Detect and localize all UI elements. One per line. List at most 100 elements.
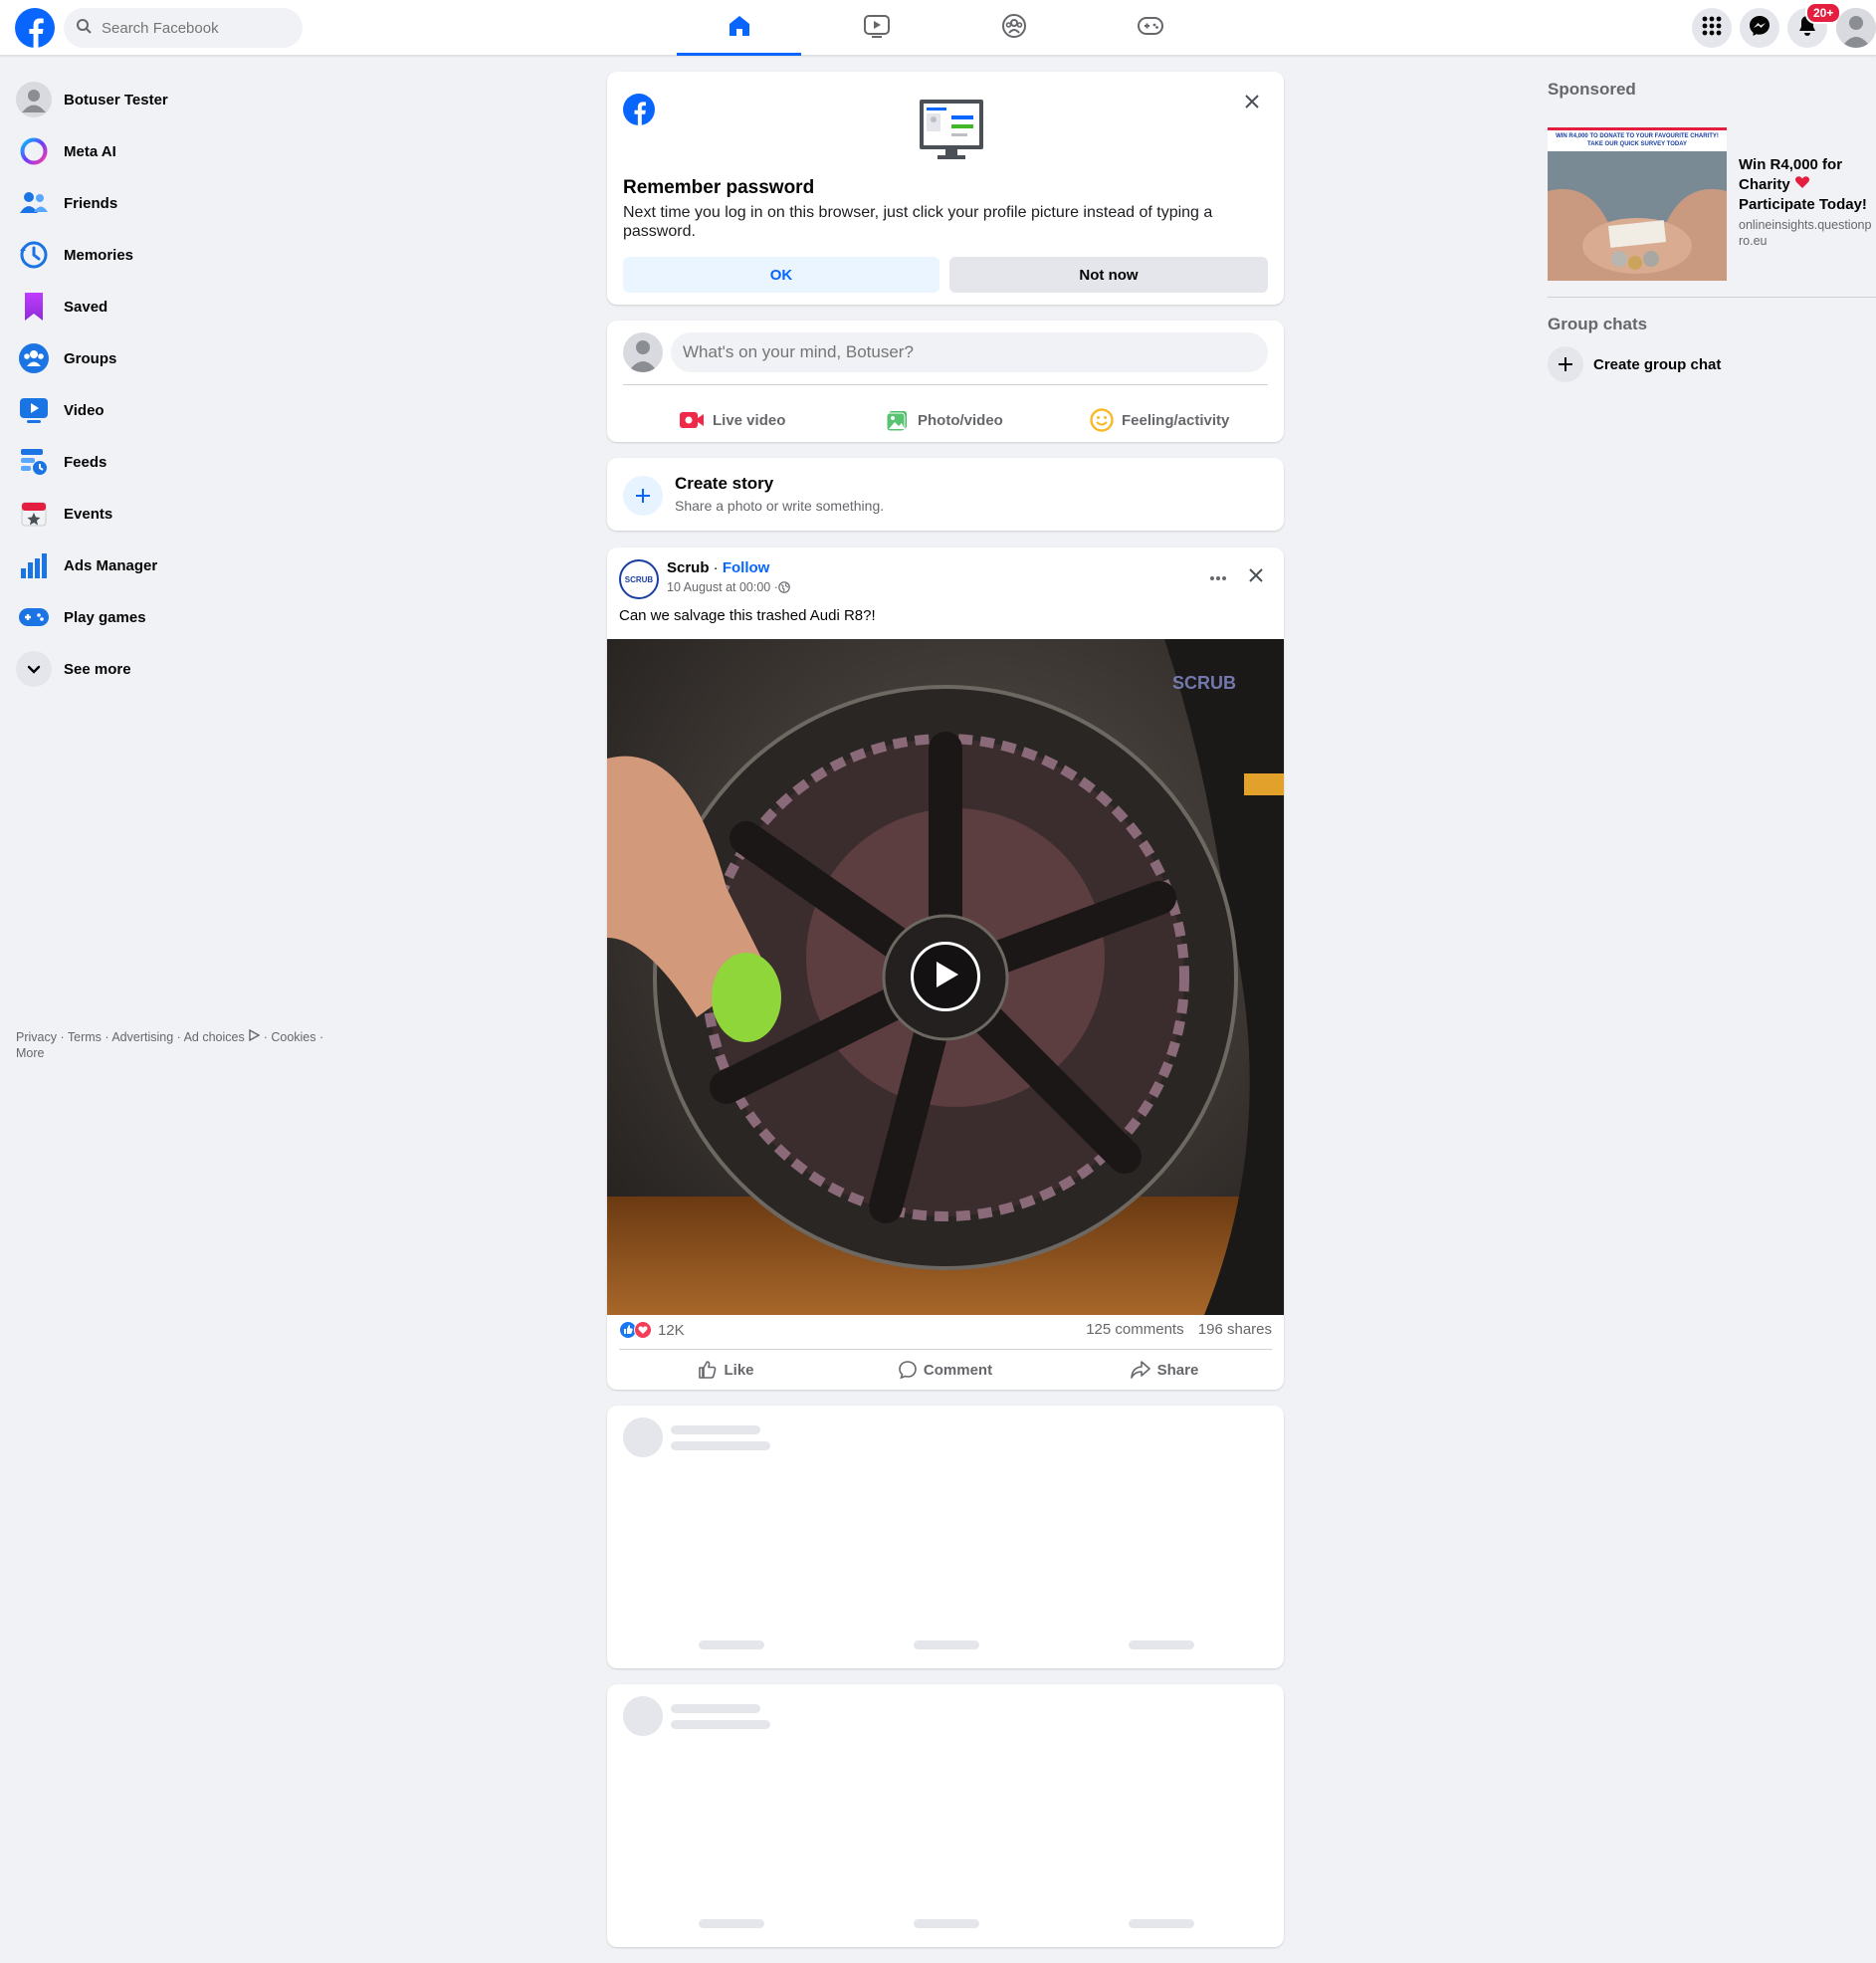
photo-video-button[interactable]: Photo/video bbox=[886, 400, 1003, 440]
notifications-button[interactable]: 20+ bbox=[1787, 2, 1842, 48]
sidebar-item-label: Events bbox=[64, 505, 113, 523]
saved-icon bbox=[16, 289, 52, 325]
close-icon bbox=[1248, 567, 1264, 588]
comment-button[interactable]: Comment bbox=[838, 1354, 1052, 1386]
shares-count[interactable]: 196 shares bbox=[1198, 1321, 1272, 1338]
skeleton-line bbox=[699, 1640, 764, 1649]
menu-button[interactable] bbox=[1692, 8, 1732, 48]
sidebar-item-see-more[interactable]: See more bbox=[8, 643, 346, 695]
skeleton-line bbox=[914, 1919, 979, 1928]
engagement-counts: 125 comments 196 shares bbox=[1086, 1321, 1272, 1338]
footer-more-link[interactable]: More bbox=[16, 1046, 44, 1060]
ad-title: Win R4,000 for Charity Participate Today… bbox=[1739, 156, 1867, 213]
video-player[interactable]: SCRUB bbox=[607, 639, 1284, 1315]
follow-link[interactable]: Follow bbox=[723, 559, 770, 576]
facebook-logo-icon[interactable] bbox=[15, 8, 55, 48]
sidebar-item-profile[interactable]: Botuser Tester bbox=[8, 74, 346, 125]
sponsored-heading: Sponsored bbox=[1548, 80, 1636, 99]
sidebar-item-events[interactable]: Events bbox=[8, 488, 346, 540]
sidebar-item-friends[interactable]: Friends bbox=[8, 177, 346, 229]
hide-post-button[interactable] bbox=[1240, 561, 1272, 593]
chevron-down-icon bbox=[16, 651, 52, 687]
comments-count[interactable]: 125 comments bbox=[1086, 1321, 1183, 1338]
skeleton-line bbox=[1129, 1919, 1194, 1928]
loading-post-placeholder bbox=[607, 1684, 1284, 1947]
sponsored-ad[interactable]: WIN R4,000 TO DONATE TO YOUR FAVOURITE C… bbox=[1548, 127, 1871, 281]
events-icon bbox=[16, 496, 52, 532]
tab-groups[interactable] bbox=[951, 0, 1076, 56]
grid-menu-icon bbox=[1702, 16, 1722, 41]
live-video-button[interactable]: Live video bbox=[679, 400, 785, 440]
sidebar-item-memories[interactable]: Memories bbox=[8, 229, 346, 281]
footer-ad-choices-link[interactable]: Ad choices bbox=[184, 1030, 245, 1044]
play-button[interactable] bbox=[911, 942, 980, 1011]
friends-icon bbox=[16, 185, 52, 221]
sidebar-item-meta-ai[interactable]: Meta AI bbox=[8, 125, 346, 177]
ad-choices-icon bbox=[248, 1028, 261, 1044]
ad-banner-text: WIN R4,000 TO DONATE TO YOUR FAVOURITE C… bbox=[1548, 127, 1727, 151]
create-group-chat-button[interactable]: Create group chat bbox=[1548, 346, 1721, 382]
sidebar-item-label: Play games bbox=[64, 608, 146, 626]
sidebar-item-video[interactable]: Video bbox=[8, 384, 346, 436]
gaming-tab-icon bbox=[1137, 15, 1164, 42]
more-options-icon bbox=[1209, 568, 1227, 586]
create-story-title: Create story bbox=[675, 474, 774, 493]
sidebar-item-label: Meta AI bbox=[64, 142, 116, 160]
messenger-button[interactable] bbox=[1740, 8, 1779, 48]
sidebar-item-label: Memories bbox=[64, 246, 134, 264]
messenger-icon bbox=[1749, 15, 1771, 42]
facebook-logo-icon bbox=[623, 94, 655, 125]
love-reaction-icon bbox=[634, 1321, 652, 1339]
close-button[interactable] bbox=[1238, 90, 1266, 117]
sidebar-item-ads-manager[interactable]: Ads Manager bbox=[8, 540, 346, 591]
ads-manager-icon bbox=[16, 547, 52, 583]
status-input[interactable] bbox=[671, 332, 1268, 372]
plus-icon bbox=[623, 476, 663, 516]
skeleton-avatar bbox=[623, 1696, 663, 1736]
thumbs-up-icon bbox=[698, 1360, 718, 1380]
post-author[interactable]: Scrub bbox=[667, 559, 710, 576]
not-now-button[interactable]: Not now bbox=[949, 257, 1268, 293]
page-avatar[interactable]: SCRUB bbox=[619, 559, 659, 599]
tab-video[interactable] bbox=[814, 0, 938, 56]
reactions-summary[interactable]: 12K bbox=[619, 1321, 685, 1339]
account-avatar[interactable] bbox=[1836, 8, 1876, 48]
notification-badge: 20+ bbox=[1805, 2, 1842, 24]
play-icon bbox=[931, 959, 960, 995]
post-options-button[interactable] bbox=[1202, 561, 1234, 593]
footer-terms-link[interactable]: Terms bbox=[68, 1030, 102, 1044]
footer-advertising-link[interactable]: Advertising bbox=[111, 1030, 173, 1044]
tab-gaming[interactable] bbox=[1088, 0, 1212, 56]
ok-button[interactable]: OK bbox=[623, 257, 939, 293]
ad-url: onlineinsights.questionpro.eu bbox=[1739, 218, 1872, 248]
footer-privacy-link[interactable]: Privacy bbox=[16, 1030, 57, 1044]
tab-home[interactable] bbox=[677, 0, 801, 56]
memories-icon bbox=[16, 237, 52, 273]
skeleton-line bbox=[914, 1640, 979, 1649]
avatar[interactable] bbox=[623, 332, 663, 372]
top-navigation-bar: 20+ bbox=[0, 0, 1876, 56]
composer-divider bbox=[623, 384, 1268, 385]
share-button[interactable]: Share bbox=[1057, 1354, 1271, 1386]
sidebar-item-groups[interactable]: Groups bbox=[8, 332, 346, 384]
footer-links: Privacy · Terms · Advertising · Ad choic… bbox=[16, 1028, 324, 1060]
search-input[interactable] bbox=[100, 18, 289, 38]
feeds-icon bbox=[16, 444, 52, 480]
like-button[interactable]: Like bbox=[619, 1354, 833, 1386]
sidebar-item-saved[interactable]: Saved bbox=[8, 281, 346, 332]
remember-password-body: Next time you log in on this browser, ju… bbox=[623, 204, 1213, 240]
globe-icon bbox=[778, 581, 790, 593]
sidebar-item-play-games[interactable]: Play games bbox=[8, 591, 346, 643]
footer-cookies-link[interactable]: Cookies bbox=[271, 1030, 315, 1044]
create-story-card[interactable]: Create story Share a photo or write some… bbox=[607, 458, 1284, 531]
loading-post-placeholder bbox=[607, 1406, 1284, 1668]
search-bar[interactable] bbox=[64, 8, 303, 48]
plus-icon bbox=[1548, 346, 1583, 382]
home-icon bbox=[727, 13, 752, 44]
post-header: Scrub · Follow bbox=[667, 559, 770, 576]
sidebar-item-feeds[interactable]: Feeds bbox=[8, 436, 346, 488]
video-watermark: SCRUB bbox=[1172, 673, 1236, 693]
feeling-activity-button[interactable]: Feeling/activity bbox=[1090, 400, 1229, 440]
skeleton-line bbox=[671, 1425, 760, 1434]
reaction-count: 12K bbox=[658, 1321, 685, 1339]
